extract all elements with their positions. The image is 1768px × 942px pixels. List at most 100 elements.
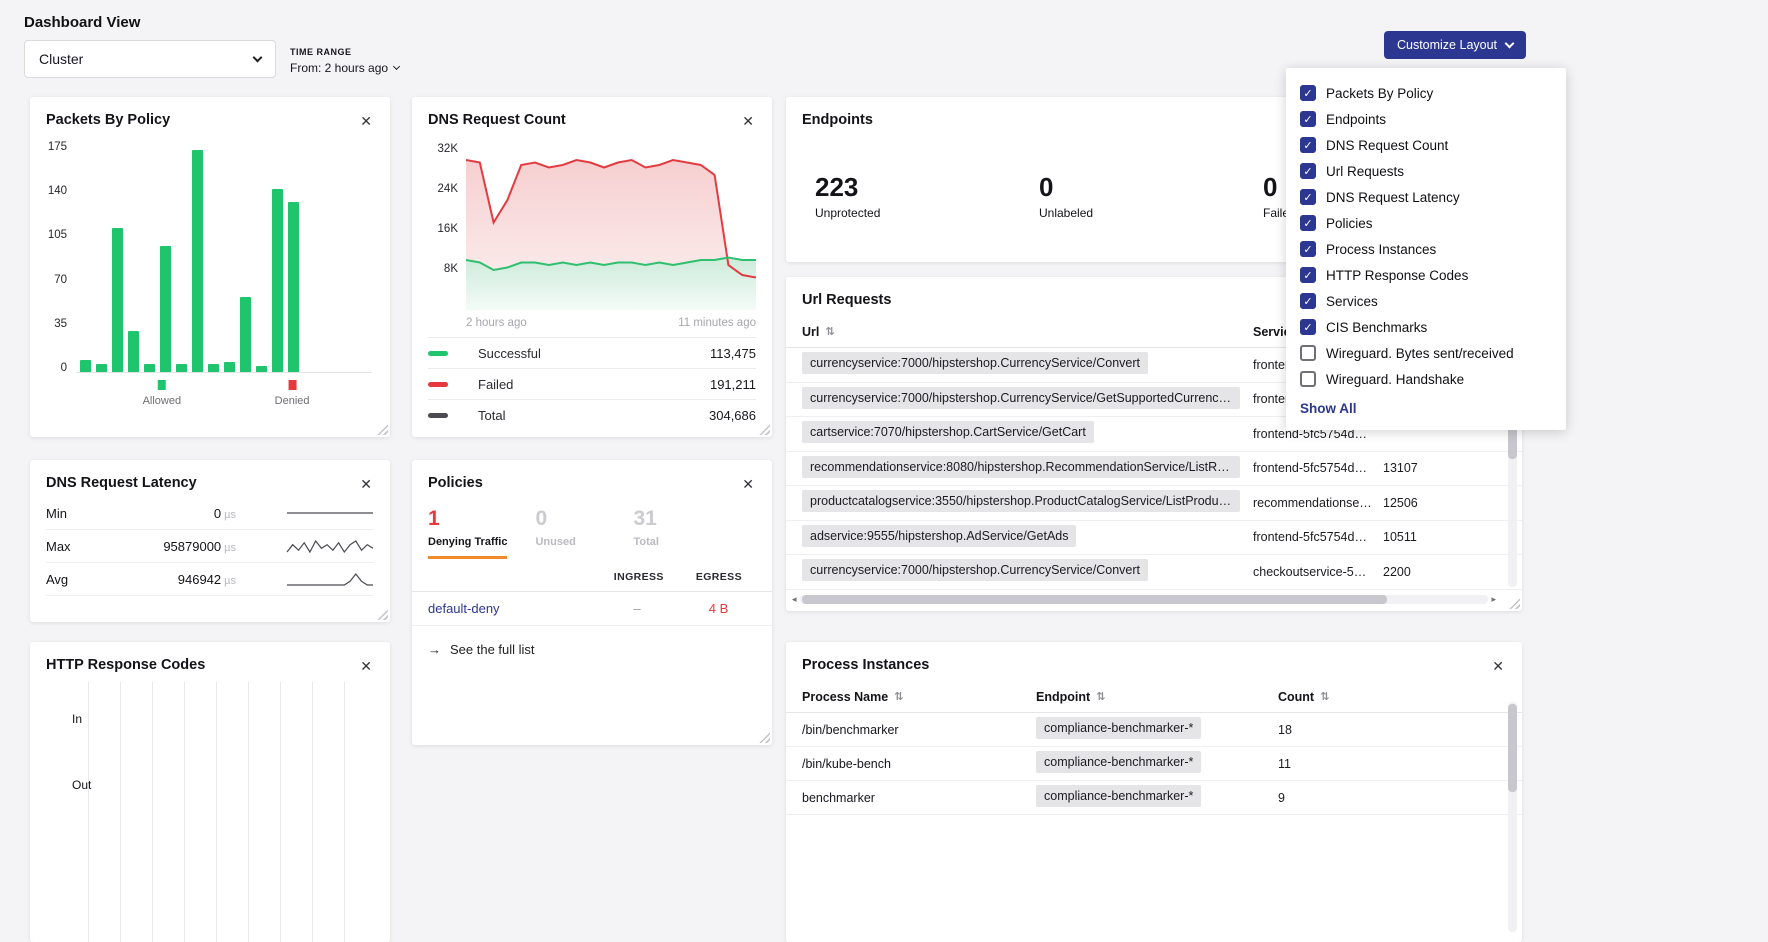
close-icon[interactable]: ✕ [358, 475, 374, 493]
http-response-codes-chart [88, 682, 376, 942]
endpoint-cell: compliance-benchmarker-* [1036, 785, 1278, 810]
bar [192, 150, 203, 372]
area-chart [466, 140, 756, 312]
card-title: Url Requests [802, 292, 891, 308]
checkbox-checked-icon[interactable]: ✓ [1300, 137, 1316, 153]
column-label: Count [1278, 690, 1314, 704]
checkbox-checked-icon[interactable]: ✓ [1300, 293, 1316, 309]
customize-menu-items: ✓Packets By Policy✓Endpoints✓DNS Request… [1286, 80, 1566, 392]
resize-handle[interactable] [1509, 598, 1520, 609]
customize-menu-item[interactable]: ✓Services [1286, 288, 1566, 314]
column-header-ingress[interactable]: INGRESS [614, 571, 664, 583]
view-scope-value: Cluster [39, 51, 83, 67]
policy-name-link[interactable]: default-deny [428, 601, 611, 616]
show-all-link[interactable]: Show All [1286, 392, 1566, 416]
y-tick-label: 8K [428, 263, 458, 275]
checkbox-checked-icon[interactable]: ✓ [1300, 111, 1316, 127]
checkbox-checked-icon[interactable]: ✓ [1300, 267, 1316, 283]
menu-item-label: Url Requests [1326, 164, 1404, 179]
customize-menu-item[interactable]: ✓CIS Benchmarks [1286, 314, 1566, 340]
dns-request-latency-card: DNS Request Latency ✕ Min0µsMax95879000µ… [30, 460, 390, 622]
customize-menu-item[interactable]: ✓ HTTP Response Codes [1286, 262, 1566, 288]
process-name-cell: /bin/benchmarker [802, 723, 1036, 737]
dns-request-count-card: DNS Request Count ✕ 32K24K16K8K 2 hours … [412, 97, 772, 437]
chart-legend: Successful113,475Failed191,211Total304,6… [428, 337, 756, 430]
latency-number: 95879000 [163, 539, 221, 554]
close-icon[interactable]: ✕ [740, 475, 756, 493]
url-chip: productcatalogservice:3550/hipstershop.P… [802, 490, 1240, 512]
table-body: default-deny–4 B [412, 592, 772, 626]
count-cell: 2200 [1383, 565, 1490, 579]
resize-handle[interactable] [759, 424, 770, 435]
menu-item-label: Wireguard. Handshake [1326, 372, 1464, 387]
column-header[interactable]: Process Name⇅ [802, 690, 1036, 704]
close-icon[interactable]: ✕ [1490, 657, 1506, 675]
scroll-left-arrow[interactable]: ◂ [792, 595, 797, 604]
resize-handle[interactable] [377, 609, 388, 620]
customize-menu-item[interactable]: ✓Packets By Policy [1286, 80, 1566, 106]
policy-stat: 1Denying Traffic [428, 507, 507, 559]
endpoint-chip: compliance-benchmarker-* [1036, 717, 1201, 739]
time-range-label: TIME RANGE [290, 47, 399, 57]
bar [112, 228, 123, 372]
column-header[interactable]: Url⇅ [802, 325, 1253, 339]
checkbox-unchecked-icon[interactable] [1300, 371, 1316, 387]
url-cell: cartservice:7070/hipstershop.CartService… [802, 421, 1253, 446]
column-header[interactable]: Count⇅ [1278, 690, 1488, 704]
customize-menu-item[interactable]: Wireguard. Handshake [1286, 366, 1566, 392]
customize-menu-item[interactable]: ✓DNS Request Count [1286, 132, 1566, 158]
customize-menu-item[interactable]: ✓DNS Request Latency [1286, 184, 1566, 210]
view-scope-select[interactable]: Cluster [24, 40, 276, 78]
legend-swatch [428, 351, 448, 356]
checkbox-checked-icon[interactable]: ✓ [1300, 241, 1316, 257]
checkbox-checked-icon[interactable]: ✓ [1300, 85, 1316, 101]
customize-menu-item[interactable]: ✓Process Instances [1286, 236, 1566, 262]
latency-label: Min [46, 506, 106, 521]
service-cell: checkoutservice-56… [1253, 565, 1383, 579]
checkbox-unchecked-icon[interactable] [1300, 345, 1316, 361]
resize-handle[interactable] [377, 424, 388, 435]
count-cell: 13107 [1383, 461, 1490, 475]
menu-item-label: Endpoints [1326, 112, 1386, 127]
checkbox-checked-icon[interactable]: ✓ [1300, 163, 1316, 179]
scroll-right-arrow[interactable]: ▸ [1491, 595, 1496, 604]
scrollbar-thumb[interactable] [1508, 704, 1517, 792]
customize-menu-item[interactable]: ✓ Url Requests [1286, 158, 1566, 184]
scrollbar-thumb[interactable] [802, 595, 1388, 604]
close-icon[interactable]: ✕ [358, 112, 374, 130]
latency-number: 946942 [178, 572, 221, 587]
bar [288, 202, 299, 372]
customize-menu-item[interactable]: Wireguard. Bytes sent/received [1286, 340, 1566, 366]
latency-unit: µs [224, 509, 236, 521]
column-header[interactable]: Endpoint⇅ [1036, 690, 1278, 704]
y-tick-label: 0 [40, 362, 67, 374]
sparkline-path [287, 541, 373, 552]
customize-menu-item[interactable]: ✓Policies [1286, 210, 1566, 236]
customize-menu-item[interactable]: ✓ Endpoints [1286, 106, 1566, 132]
checkbox-checked-icon[interactable]: ✓ [1300, 189, 1316, 205]
scrollbar-track[interactable] [800, 595, 1489, 604]
menu-item-label: HTTP Response Codes [1326, 268, 1468, 283]
horizontal-scrollbar[interactable]: ◂ ▸ [792, 593, 1496, 605]
see-full-list-link[interactable]: → See the full list [412, 626, 772, 673]
url-cell: adservice:9555/hipstershop.AdService/Get… [802, 525, 1253, 550]
policies-card: Policies ✕ 1Denying Traffic0Unused31Tota… [412, 460, 772, 745]
stat-label: Denying Traffic [428, 536, 507, 548]
close-icon[interactable]: ✕ [358, 657, 374, 675]
checkbox-checked-icon[interactable]: ✓ [1300, 319, 1316, 335]
service-cell: frontend-5fc5754db… [1253, 530, 1383, 544]
x-axis: AllowedDenied [76, 373, 372, 417]
resize-handle[interactable] [759, 732, 770, 743]
page-title: Dashboard View [24, 14, 140, 31]
stat-value: 0 [535, 507, 605, 531]
table-row: /bin/benchmarkercompliance-benchmarker-*… [786, 713, 1522, 747]
count-cell: 11 [1278, 757, 1488, 771]
column-label: Endpoint [1036, 690, 1090, 704]
customize-layout-button[interactable]: Customize Layout [1384, 31, 1526, 59]
column-header-egress[interactable]: EGRESS [696, 571, 742, 583]
checkbox-checked-icon[interactable]: ✓ [1300, 215, 1316, 231]
close-icon[interactable]: ✕ [740, 112, 756, 130]
service-cell: frontend-5fc5754db… [1253, 461, 1383, 475]
time-range-value[interactable]: From: 2 hours ago [290, 61, 399, 75]
row-label: In [72, 712, 82, 726]
